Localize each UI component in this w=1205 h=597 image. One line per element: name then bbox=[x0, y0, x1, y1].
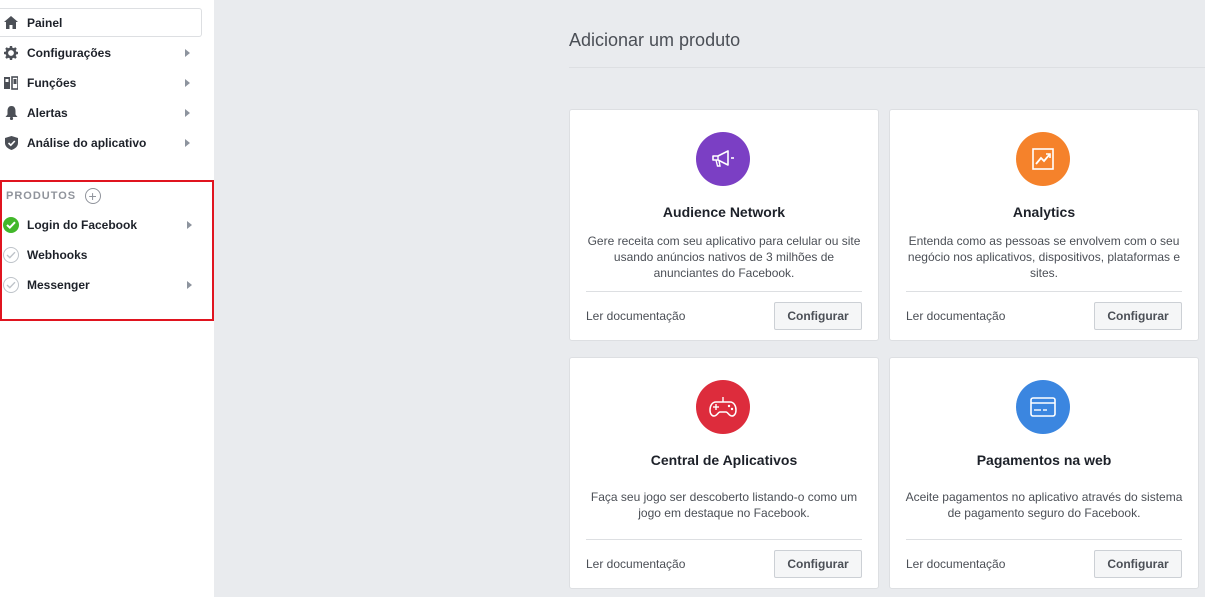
card-title: Audience Network bbox=[662, 204, 786, 220]
check-circle-outline-icon bbox=[3, 247, 19, 263]
product-card-central-aplicativos: Central de Aplicativos Faça seu jogo ser… bbox=[569, 357, 879, 589]
read-docs-link[interactable]: Ler documentação bbox=[906, 557, 1005, 571]
configure-button[interactable]: Configurar bbox=[1094, 302, 1182, 330]
caret-right-icon bbox=[187, 221, 192, 229]
product-label: Login do Facebook bbox=[27, 218, 137, 232]
page-title: Adicionar um produto bbox=[569, 30, 741, 50]
sidebar-item-label: Análise do aplicativo bbox=[27, 136, 147, 150]
products-header: PRODUTOS + bbox=[6, 188, 102, 204]
title-divider bbox=[569, 67, 1205, 68]
card-description: Gere receita com seu aplicativo para cel… bbox=[587, 234, 861, 280]
shield-icon bbox=[4, 136, 18, 150]
product-label: Webhooks bbox=[27, 248, 88, 262]
check-circle-icon bbox=[3, 217, 19, 233]
sidebar-item-configuracoes[interactable]: Configurações bbox=[0, 38, 202, 68]
roles-icon bbox=[4, 76, 18, 90]
sidebar-item-login-facebook[interactable]: Login do Facebook bbox=[0, 210, 202, 240]
sidebar-item-analise[interactable]: Análise do aplicativo bbox=[0, 128, 202, 158]
card-description: Aceite pagamentos no aplicativo através … bbox=[905, 490, 1183, 520]
sidebar-item-label: Funções bbox=[27, 76, 77, 90]
product-card-pagamentos-web: Pagamentos na web Aceite pagamentos no a… bbox=[889, 357, 1199, 589]
caret-right-icon bbox=[185, 79, 190, 87]
gear-icon bbox=[4, 46, 18, 60]
caret-right-icon bbox=[185, 49, 190, 57]
card-title: Central de Aplicativos bbox=[650, 452, 798, 468]
configure-button[interactable]: Configurar bbox=[774, 550, 862, 578]
sidebar: Painel Configurações Funções Alertas Aná… bbox=[0, 0, 214, 597]
product-card-audience-network: Audience Network Gere receita com seu ap… bbox=[569, 109, 879, 341]
card-divider bbox=[906, 291, 1182, 292]
card-title: Pagamentos na web bbox=[976, 452, 1112, 468]
megaphone-icon bbox=[696, 132, 750, 186]
card-divider bbox=[906, 539, 1182, 540]
card-title: Analytics bbox=[1012, 204, 1076, 220]
check-circle-outline-icon bbox=[3, 277, 19, 293]
card-description: Faça seu jogo ser descoberto listando-o … bbox=[590, 490, 858, 520]
sidebar-item-label: Alertas bbox=[27, 106, 68, 120]
chart-icon bbox=[1016, 132, 1070, 186]
home-icon bbox=[4, 16, 18, 30]
gamepad-icon bbox=[696, 380, 750, 434]
product-card-analytics: Analytics Entenda como as pessoas se env… bbox=[889, 109, 1199, 341]
product-label: Messenger bbox=[27, 278, 90, 292]
sidebar-item-webhooks[interactable]: Webhooks bbox=[0, 240, 202, 270]
read-docs-link[interactable]: Ler documentação bbox=[586, 309, 685, 323]
card-divider bbox=[586, 539, 862, 540]
caret-right-icon bbox=[185, 109, 190, 117]
credit-card-icon bbox=[1016, 380, 1070, 434]
card-divider bbox=[586, 291, 862, 292]
products-header-label: PRODUTOS bbox=[6, 190, 77, 202]
add-product-icon[interactable]: + bbox=[85, 188, 102, 204]
sidebar-item-label: Painel bbox=[27, 15, 63, 30]
products-section: PRODUTOS + Login do Facebook Webhooks Me… bbox=[0, 180, 214, 321]
sidebar-item-label: Configurações bbox=[27, 46, 112, 60]
bell-icon bbox=[4, 106, 18, 120]
card-description: Entenda como as pessoas se envolvem com … bbox=[907, 234, 1181, 280]
sidebar-item-alertas[interactable]: Alertas bbox=[0, 98, 202, 128]
read-docs-link[interactable]: Ler documentação bbox=[906, 309, 1005, 323]
caret-right-icon bbox=[185, 139, 190, 147]
read-docs-link[interactable]: Ler documentação bbox=[586, 557, 685, 571]
sidebar-item-painel[interactable]: Painel bbox=[0, 8, 202, 37]
sidebar-item-funcoes[interactable]: Funções bbox=[0, 68, 202, 98]
caret-right-icon bbox=[187, 281, 192, 289]
configure-button[interactable]: Configurar bbox=[1094, 550, 1182, 578]
sidebar-item-messenger[interactable]: Messenger bbox=[0, 270, 202, 300]
configure-button[interactable]: Configurar bbox=[774, 302, 862, 330]
